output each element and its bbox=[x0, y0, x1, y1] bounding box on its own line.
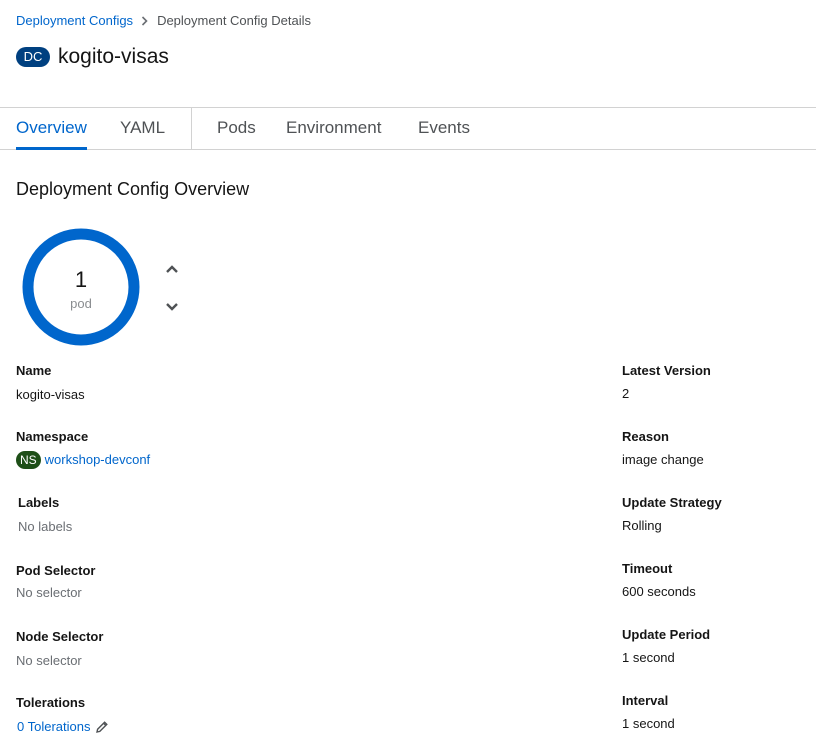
tolerations-label: Tolerations bbox=[16, 695, 86, 710]
update-strategy-label: Update Strategy bbox=[622, 495, 722, 510]
latest-version-label: Latest Version bbox=[622, 363, 711, 378]
latest-version-value: 2 bbox=[622, 386, 630, 401]
namespace-value: NS workshop-devconf bbox=[16, 451, 150, 469]
name-field: Name kogito-visas bbox=[16, 363, 85, 403]
namespace-field: Namespace NS workshop-devconf bbox=[16, 429, 150, 469]
scale-up-button[interactable] bbox=[162, 259, 182, 279]
pod-count: 1 bbox=[74, 267, 88, 292]
scale-down-button[interactable] bbox=[162, 297, 182, 317]
pod-count-label: pod bbox=[70, 296, 92, 311]
tab-overview[interactable]: Overview bbox=[16, 108, 87, 150]
labels-field: Labels No labels bbox=[18, 495, 72, 535]
tolerations-field: Tolerations 0 Tolerations bbox=[16, 695, 109, 735]
namespace-label: Namespace bbox=[16, 429, 89, 444]
reason-label: Reason bbox=[622, 429, 669, 444]
interval-value: 1 second bbox=[622, 716, 675, 731]
angle-up-icon bbox=[166, 265, 178, 273]
pod-selector-field: Pod Selector No selector bbox=[16, 563, 95, 601]
name-label: Name bbox=[16, 363, 52, 378]
reason-field: Reason image change bbox=[622, 429, 704, 468]
node-selector-label: Node Selector bbox=[16, 629, 104, 644]
reason-value: image change bbox=[622, 452, 704, 467]
update-period-field: Update Period 1 second bbox=[622, 627, 710, 666]
tab-divider bbox=[191, 108, 192, 150]
update-strategy-value: Rolling bbox=[622, 518, 662, 533]
resource-kind-badge: DC bbox=[16, 47, 50, 67]
section-title: Deployment Config Overview bbox=[16, 179, 250, 199]
labels-label: Labels bbox=[18, 495, 60, 510]
namespace-link[interactable]: workshop-devconf bbox=[45, 452, 151, 468]
chevron-right-icon bbox=[141, 15, 148, 26]
pod-selector-value: No selector bbox=[16, 585, 82, 600]
breadcrumb-deployment-configs-link[interactable]: Deployment Configs bbox=[16, 13, 133, 28]
tab-pods[interactable]: Pods bbox=[217, 108, 256, 150]
angle-down-icon bbox=[166, 303, 178, 311]
page-title: kogito-visas bbox=[58, 45, 169, 68]
name-value: kogito-visas bbox=[16, 387, 85, 402]
interval-field: Interval 1 second bbox=[622, 693, 675, 732]
tolerations-link[interactable]: 0 Tolerations bbox=[17, 719, 90, 735]
breadcrumb-current: Deployment Config Details bbox=[157, 13, 311, 28]
breadcrumb: Deployment Configs Deployment Config Det… bbox=[16, 13, 311, 28]
timeout-label: Timeout bbox=[622, 561, 673, 576]
interval-label: Interval bbox=[622, 693, 669, 708]
node-selector-value: No selector bbox=[16, 653, 82, 668]
latest-version-field: Latest Version 2 bbox=[622, 363, 711, 402]
tab-events[interactable]: Events bbox=[418, 108, 470, 150]
page-header: DC kogito-visas bbox=[16, 45, 169, 69]
labels-value: No labels bbox=[18, 519, 73, 534]
node-selector-field: Node Selector No selector bbox=[16, 629, 103, 669]
tab-bar: Overview YAML Pods Environment Events bbox=[0, 107, 816, 150]
timeout-value: 600 seconds bbox=[622, 584, 696, 599]
tolerations-value: 0 Tolerations bbox=[16, 719, 109, 735]
timeout-field: Timeout 600 seconds bbox=[622, 561, 696, 600]
update-strategy-field: Update Strategy Rolling bbox=[622, 495, 722, 534]
update-period-value: 1 second bbox=[622, 650, 675, 665]
tab-yaml[interactable]: YAML bbox=[120, 108, 165, 150]
tab-environment[interactable]: Environment bbox=[286, 108, 381, 150]
namespace-badge: NS bbox=[16, 451, 41, 469]
pencil-icon[interactable] bbox=[95, 720, 109, 734]
update-period-label: Update Period bbox=[622, 627, 711, 642]
pod-selector-label: Pod Selector bbox=[16, 563, 96, 578]
